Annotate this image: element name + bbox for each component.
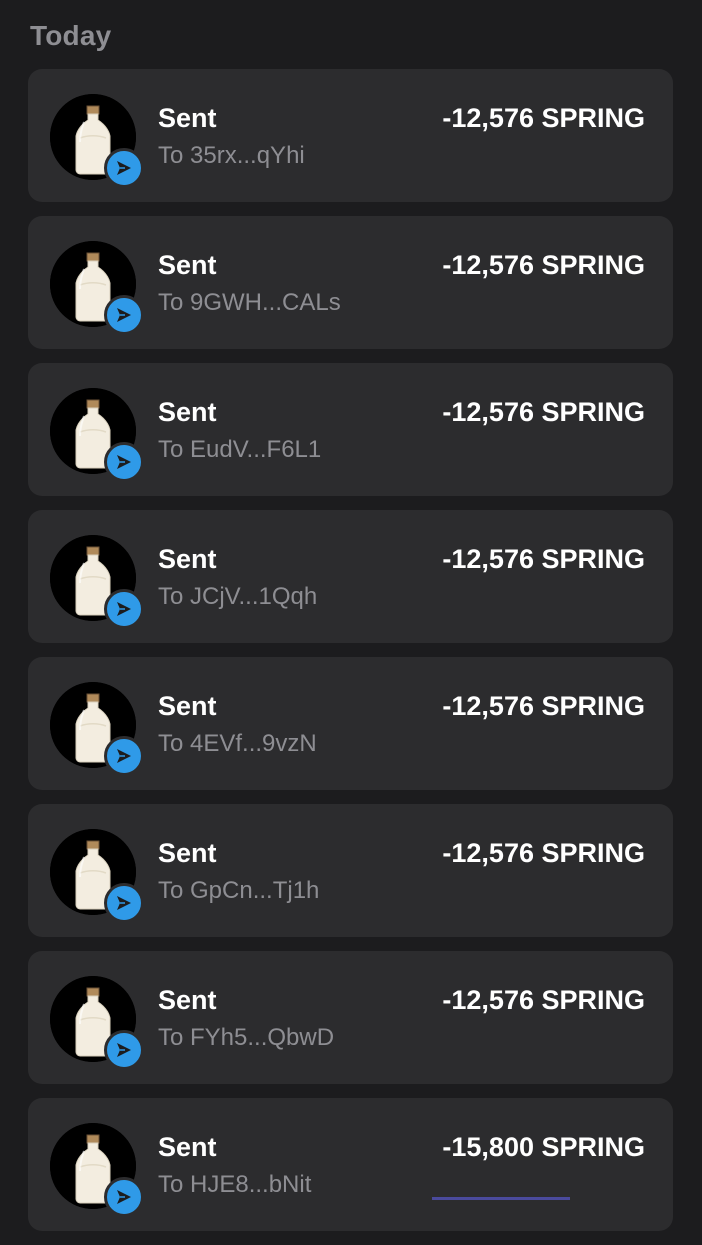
token-avatar	[50, 535, 144, 629]
token-avatar	[50, 241, 144, 335]
transaction-item[interactable]: Sent To JCjV...1Qqh -12,576 SPRING	[28, 510, 673, 643]
transaction-recipient: To 4EVf...9vzN	[158, 730, 317, 757]
transaction-recipient: To 9GWH...CALs	[158, 289, 341, 316]
section-header-today: Today	[30, 20, 112, 51]
transaction-type: Sent	[158, 397, 217, 427]
transaction-amount: -12,576 SPRING	[442, 691, 645, 721]
transaction-item[interactable]: Sent To 35rx...qYhi -12,576 SPRING	[28, 69, 673, 202]
transaction-recipient: To GpCn...Tj1h	[158, 877, 320, 904]
transaction-item[interactable]: Sent To FYh5...QbwD -12,576 SPRING	[28, 951, 673, 1084]
transaction-type: Sent	[158, 838, 217, 868]
transaction-recipient: To EudV...F6L1	[158, 436, 322, 463]
transaction-type: Sent	[158, 1132, 217, 1162]
transaction-item[interactable]: Sent To GpCn...Tj1h -12,576 SPRING	[28, 804, 673, 937]
transaction-item[interactable]: Sent To 9GWH...CALs -12,576 SPRING	[28, 216, 673, 349]
transaction-amount: -12,576 SPRING	[442, 838, 645, 868]
transaction-recipient: To HJE8...bNit	[158, 1171, 312, 1198]
transaction-recipient: To JCjV...1Qqh	[158, 583, 318, 610]
transaction-item[interactable]: Sent To 4EVf...9vzN -12,576 SPRING	[28, 657, 673, 790]
send-icon	[104, 148, 144, 188]
transaction-amount: -12,576 SPRING	[442, 103, 645, 133]
send-icon	[104, 1177, 144, 1217]
send-icon	[104, 736, 144, 776]
transaction-type: Sent	[158, 250, 217, 280]
token-avatar	[50, 1123, 144, 1217]
transaction-amount: -15,800 SPRING	[442, 1132, 645, 1162]
token-avatar	[50, 94, 144, 188]
transaction-amount: -12,576 SPRING	[442, 250, 645, 280]
send-icon	[104, 589, 144, 629]
token-avatar	[50, 976, 144, 1070]
transaction-item[interactable]: Sent To EudV...F6L1 -12,576 SPRING	[28, 363, 673, 496]
transaction-recipient: To 35rx...qYhi	[158, 142, 305, 169]
token-avatar	[50, 388, 144, 482]
send-icon	[104, 295, 144, 335]
transaction-type: Sent	[158, 103, 217, 133]
send-icon	[104, 883, 144, 923]
transaction-type: Sent	[158, 691, 217, 721]
send-icon	[104, 1030, 144, 1070]
token-avatar	[50, 829, 144, 923]
transaction-recipient: To FYh5...QbwD	[158, 1024, 335, 1051]
transaction-amount: -12,576 SPRING	[442, 397, 645, 427]
transaction-amount: -12,576 SPRING	[442, 985, 645, 1015]
send-icon	[104, 442, 144, 482]
token-avatar	[50, 682, 144, 776]
transaction-list: Sent To 35rx...qYhi -12,576 SPRING Sent …	[28, 69, 673, 1245]
transaction-type: Sent	[158, 544, 217, 574]
transaction-type: Sent	[158, 985, 217, 1015]
transaction-amount: -12,576 SPRING	[442, 544, 645, 574]
transaction-item[interactable]: Sent To HJE8...bNit -15,800 SPRING	[28, 1098, 673, 1231]
